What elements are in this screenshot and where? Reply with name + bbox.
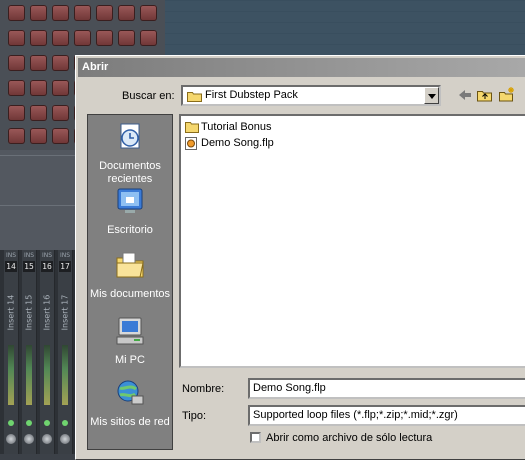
my-computer-icon [88,315,172,351]
look-in-value: First Dubstep Pack [205,89,298,101]
mixer-insert-17[interactable]: INS 17 Insert 17 [58,250,73,454]
place-label: Mi PC [115,354,145,366]
level-meter [62,345,68,405]
step-pad[interactable] [52,55,69,71]
pan-knob[interactable] [60,434,70,444]
enable-led[interactable] [44,420,50,426]
place-label: Documentos recientes [99,160,161,185]
places-bar: Documentos recientes Escritorio Mis docu… [87,114,173,450]
step-pad[interactable] [118,30,135,46]
step-pad[interactable] [118,5,135,21]
chevron-down-icon[interactable] [424,87,439,104]
place-network[interactable]: Mis sitios de red [88,377,172,429]
place-my-documents[interactable]: Mis documentos [88,249,172,301]
new-folder-icon[interactable] [498,86,518,105]
step-pad[interactable] [96,5,113,21]
insert-number: 17 [59,261,71,272]
step-pad[interactable] [52,30,69,46]
step-pad[interactable] [8,80,25,96]
place-desktop[interactable]: Escritorio [88,185,172,237]
insert-number: 14 [5,261,17,272]
step-pad[interactable] [30,80,47,96]
insert-tag: INS [59,252,71,259]
file-list[interactable]: Tutorial Bonus Demo Song.flp [179,114,525,368]
desktop-icon [88,185,172,221]
step-pad[interactable] [8,128,25,144]
step-pad[interactable] [8,105,25,121]
level-meter [44,345,50,405]
step-pad[interactable] [30,105,47,121]
step-pad[interactable] [30,128,47,144]
place-label: Escritorio [107,224,153,236]
level-meter [26,345,32,405]
folder-icon [185,121,199,138]
mixer-insert-16[interactable]: INS 16 Insert 16 [40,250,55,454]
insert-label: Insert 17 [60,294,70,331]
insert-number: 16 [41,261,53,272]
place-recent-documents[interactable]: Documentos recientes [88,121,172,186]
readonly-checkbox[interactable] [250,432,261,443]
file-name: Tutorial Bonus [201,121,272,133]
open-file-dialog: Abrir Buscar en: First Dubstep Pack Docu… [75,55,525,460]
step-pad[interactable] [74,5,91,21]
mixer-insert-14[interactable]: INS 14 Insert 14 [4,250,19,454]
my-documents-icon [88,249,172,285]
step-pad[interactable] [8,5,25,21]
enable-led[interactable] [62,420,68,426]
insert-tag: INS [23,252,35,259]
place-label: Mis sitios de red [90,416,170,428]
step-pad[interactable] [74,30,91,46]
background-panel [0,150,75,250]
step-pad[interactable] [8,30,25,46]
pan-knob[interactable] [6,434,16,444]
dialog-title[interactable]: Abrir [78,58,525,77]
file-name: Demo Song.flp [201,137,274,149]
insert-label: Insert 15 [24,294,34,331]
pan-knob[interactable] [42,434,52,444]
readonly-label: Abrir como archivo de sólo lectura [266,432,433,444]
insert-tag: INS [5,252,17,259]
folder-icon [187,90,202,105]
back-icon[interactable] [456,86,476,105]
step-pad[interactable] [30,5,47,21]
place-label: Mis documentos [89,288,171,300]
filename-field[interactable]: Demo Song.flp [248,378,525,399]
look-in-combo[interactable]: First Dubstep Pack [181,85,441,106]
step-pad[interactable] [52,105,69,121]
insert-tag: INS [41,252,53,259]
enable-led[interactable] [26,420,32,426]
step-pad[interactable] [52,128,69,144]
step-pad[interactable] [30,30,47,46]
filename-label: Nombre: [182,383,225,395]
mixer: INS 14 Insert 14 INS 15 Insert 15 INS 16… [0,250,75,454]
pan-knob[interactable] [24,434,34,444]
file-type-select[interactable]: Supported loop files (*.flp;*.zip;*.mid;… [248,405,525,426]
step-pad[interactable] [8,55,25,71]
file-type-label: Tipo: [182,410,207,422]
step-pad[interactable] [30,55,47,71]
network-places-icon [88,377,172,413]
step-pad[interactable] [52,5,69,21]
insert-number: 15 [23,261,35,272]
step-pad[interactable] [140,30,157,46]
place-my-computer[interactable]: Mi PC [88,315,172,367]
mixer-insert-15[interactable]: INS 15 Insert 15 [22,250,37,454]
up-folder-icon[interactable] [476,86,496,105]
step-pad[interactable] [52,80,69,96]
step-pad[interactable] [140,5,157,21]
step-pad[interactable] [96,30,113,46]
flp-file-icon [185,137,197,155]
insert-label: Insert 16 [42,294,52,331]
enable-led[interactable] [8,420,14,426]
recent-documents-icon [88,121,172,157]
insert-label: Insert 14 [6,294,16,331]
look-in-label: Buscar en: [122,90,175,102]
level-meter [8,345,14,405]
